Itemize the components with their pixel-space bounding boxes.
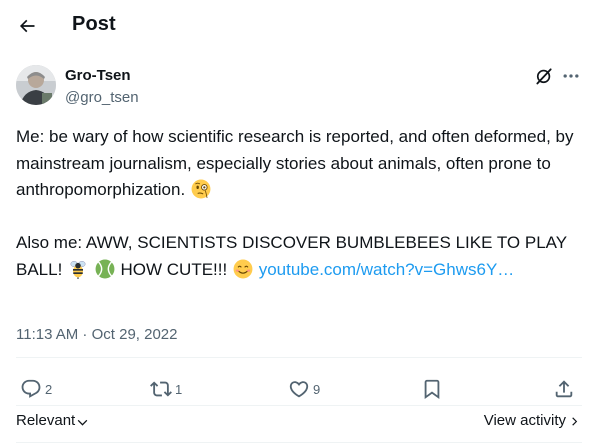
honeybee-emoji-icon [70,260,86,279]
page-title: Post [72,13,116,35]
avatar[interactable] [16,65,56,105]
divider [16,442,582,443]
bookmark-button[interactable] [421,370,443,408]
author-name[interactable]: Gro-Tsen [65,67,131,84]
repost-count: 1 [175,381,183,397]
profile-photo [16,65,56,105]
view-activity-label: View activity [483,412,566,429]
tennis-ball-emoji-icon [95,259,115,278]
more-horizontal-icon [563,74,579,78]
back-button[interactable] [10,9,44,43]
repost-icon [150,381,172,397]
view-activity-link[interactable]: View activity [484,412,580,429]
divider [16,357,582,358]
arrow-left-icon [19,19,35,33]
post-header: Post [0,0,598,53]
post-text: Me: be wary of how scientific research i… [16,124,582,283]
like-count: 9 [313,381,321,397]
reply-button[interactable]: 2 [20,370,52,408]
heart-icon [289,381,309,398]
replies-controls: Relevant View activity [0,410,598,436]
sort-replies-label: Relevant [16,412,76,429]
like-button[interactable]: 9 [288,370,320,408]
author-handle[interactable]: @gro_tsen [65,89,139,106]
chevron-right-icon [572,417,578,426]
post-paragraph-1: Me: be wary of how scientific research i… [16,124,582,204]
sort-replies-dropdown[interactable]: Relevant [16,412,89,429]
share-button[interactable] [553,370,575,408]
post-paragraph-1-text: Me: be wary of how scientific research i… [16,127,574,199]
post-paragraph-2: Also me: AWW, SCIENTISTS DISCOVER BUMBLE… [16,230,582,283]
grok-icon [536,68,552,85]
share-icon [555,380,573,398]
action-bar: 2 1 9 [0,370,598,408]
post-link[interactable]: youtube.com/watch?v=Ghws6Y… [259,260,515,279]
chevron-down-icon [77,419,88,426]
divider [16,405,582,406]
post-timestamp[interactable]: 11:13 AM · Oct 29, 2022 [16,326,177,343]
bookmark-icon [424,379,440,400]
grok-button[interactable] [532,64,556,88]
reply-icon [21,379,41,398]
smiling-face-emoji-icon [233,259,253,278]
post-paragraph-2-exclamation: HOW CUTE!!! [120,259,228,279]
more-options-button[interactable] [559,64,583,88]
repost-button[interactable]: 1 [150,370,182,408]
face-with-monocle-emoji-icon [191,179,211,199]
reply-count: 2 [45,381,53,397]
